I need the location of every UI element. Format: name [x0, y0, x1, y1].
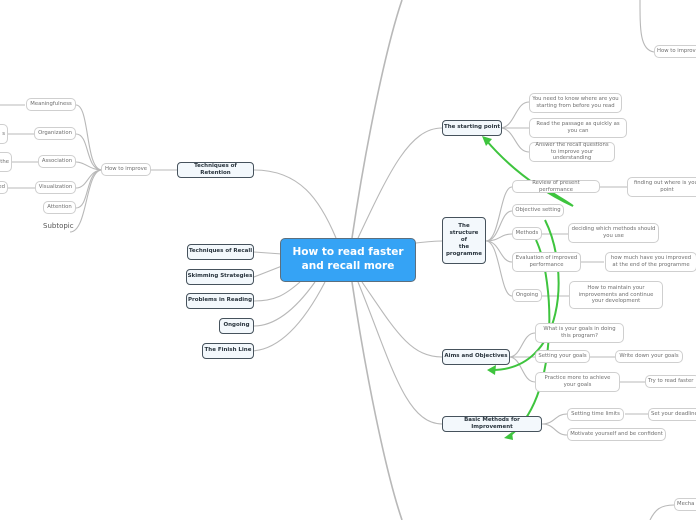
topic-structure-of-programme[interactable]: The structure of the programme — [442, 217, 486, 264]
subtopic-how-to-improve[interactable]: How to improve — [101, 163, 151, 176]
topic-ongoing[interactable]: Ongoing — [219, 318, 254, 334]
subtopic-methods[interactable]: Methods — [512, 227, 542, 240]
subtopic-setting-your-goals[interactable]: Setting your goals — [535, 350, 590, 363]
offscreen-node[interactable]: the — [0, 152, 12, 172]
subtopic-evaluation-improved[interactable]: Evaluation of improved performance — [512, 252, 581, 272]
central-topic[interactable]: How to read faster and recall more — [280, 238, 416, 282]
detail-set-deadline[interactable]: Set your deadline — [648, 408, 696, 421]
topic-problems-in-reading[interactable]: Problems in Reading — [186, 293, 254, 309]
subtopic-setting-time-limits[interactable]: Setting time limits — [567, 408, 624, 421]
subtopic-know-where-starting[interactable]: You need to know where are you starting … — [529, 93, 622, 113]
offscreen-mecha[interactable]: Mecha — [674, 498, 696, 511]
subtopic-ongoing[interactable]: Ongoing — [512, 289, 542, 302]
subtopic-motivate-yourself[interactable]: Motivate yourself and be confident — [567, 428, 666, 441]
subtopic-association[interactable]: Association — [38, 155, 76, 168]
detail-write-down-goals[interactable]: Write down your goals — [615, 350, 683, 363]
subtopic-answer-recall-questions[interactable]: Answer the recall questions to improve y… — [529, 142, 615, 162]
detail-finding-out-where[interactable]: finding out where is your point — [627, 177, 696, 197]
central-topic-label: How to read faster and recall more — [292, 246, 404, 272]
offscreen-node[interactable]: ed — [0, 181, 8, 194]
offscreen-how-to-improve[interactable]: How to improve — [654, 45, 696, 58]
offscreen-node[interactable]: s — [0, 124, 8, 144]
subtopic-practice-more[interactable]: Practice more to achieve your goals — [535, 372, 620, 392]
subtopic-organization[interactable]: Organization — [34, 127, 76, 140]
topic-aims-and-objectives[interactable]: Aims and Objectives — [442, 349, 510, 365]
topic-the-starting-point[interactable]: The starting point — [442, 120, 502, 136]
topic-techniques-of-recall[interactable]: Techniques of Recall — [187, 244, 254, 260]
topic-skimming-strategies[interactable]: Skimming Strategies — [186, 269, 254, 285]
topic-basic-methods-for-improvement[interactable]: Basic Methods for Improvement — [442, 416, 542, 432]
subtopic-attention[interactable]: Attention — [43, 201, 76, 214]
topic-techniques-of-retention[interactable]: Techniques of Retention — [177, 162, 254, 178]
subtopic-meaningfulness[interactable]: Meaningfulness — [26, 98, 76, 111]
detail-how-much-improved[interactable]: how much have you improved at the end of… — [605, 252, 696, 272]
subtopic-visualization[interactable]: Visualization — [35, 181, 76, 194]
subtopic-what-is-your-goals[interactable]: What is your goals in doing this program… — [535, 323, 624, 343]
detail-maintain-improvements[interactable]: How to maintain your improvements and co… — [569, 281, 663, 309]
subtopic-read-passage-quickly[interactable]: Read the passage as quickly as you can — [529, 118, 627, 138]
subtopic-objective-setting[interactable]: Objective setting — [512, 204, 564, 217]
topic-the-finish-line[interactable]: The Finish Line — [202, 343, 254, 359]
subtopic-placeholder[interactable]: Subtopic — [43, 221, 83, 233]
detail-try-read-faster[interactable]: Try to read faster — [645, 375, 696, 388]
detail-deciding-methods[interactable]: deciding which methods should you use — [568, 223, 659, 243]
subtopic-review-present-performance[interactable]: Review of present performance — [512, 180, 600, 193]
